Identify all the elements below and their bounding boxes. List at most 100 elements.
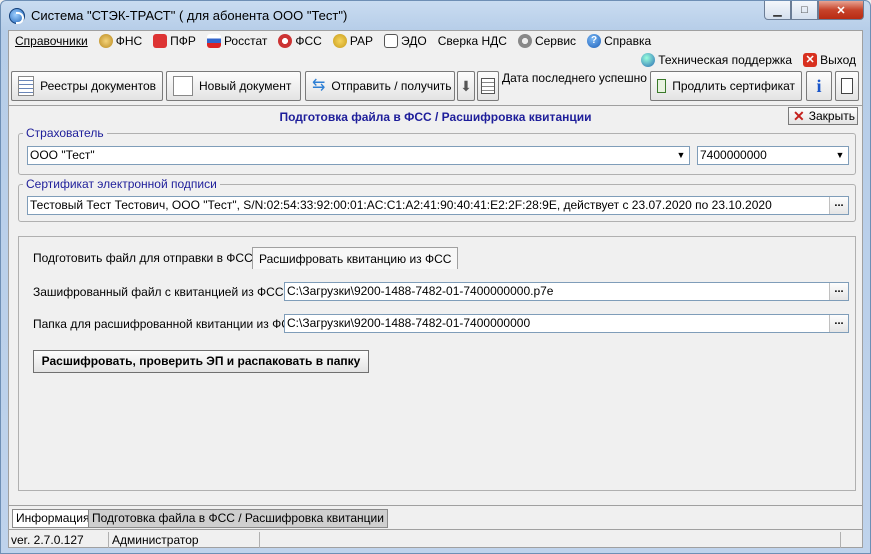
maximize-button[interactable]: □ [791, 1, 818, 20]
insurer-group: Страхователь ООО "Тест" ▼ 7400000000 ▼ [18, 126, 856, 175]
menu-rosstat-label: Росстат [223, 34, 268, 48]
certificate-browse-button[interactable]: ... [829, 197, 848, 214]
calculator-button[interactable] [835, 71, 859, 101]
send-receive-label: Отправить / получить [331, 79, 452, 93]
secondary-menu: Техническая поддержка ✕ Выход [641, 51, 858, 69]
encrypted-file-field[interactable]: C:\Загрузки\9200-1488-7482-01-7400000000… [284, 282, 849, 301]
menu-edo-label: ЭДО [401, 34, 427, 48]
menu-support-label: Техническая поддержка [658, 53, 793, 67]
document-tabs: Информация Подготовка файла в ФСС / Расш… [9, 505, 862, 528]
menu-service-label: Сервис [534, 34, 577, 48]
output-folder-field[interactable]: C:\Загрузки\9200-1488-7482-01-7400000000… [284, 314, 849, 333]
inn-combobox[interactable]: 7400000000 ▼ [697, 146, 849, 165]
registries-label: Реестры документов [40, 79, 156, 93]
encrypted-file-label: Зашифрованный файл с квитанцией из ФСС [33, 285, 284, 299]
document-stack-icon [481, 78, 495, 94]
close-window-button[interactable]: ✕ [818, 1, 864, 20]
tab-prepare-file[interactable]: Подготовить файл для отправки в ФСС [27, 247, 259, 269]
certificate-icon [657, 79, 667, 93]
menu-tech-support[interactable]: Техническая поддержка [641, 53, 792, 67]
close-panel-button[interactable]: ✕ Закрыть [788, 107, 858, 125]
version-label: ver. 2.7.0.127 [9, 532, 109, 548]
menu-edo[interactable]: ЭДО [384, 34, 427, 48]
rar-icon [332, 34, 347, 48]
new-document-label: Новый документ [199, 79, 292, 93]
close-icon: ✕ [793, 107, 805, 124]
encrypted-file-browse-button[interactable]: ... [829, 283, 848, 300]
tab-fss-decrypt[interactable]: Подготовка файла в ФСС / Расшифровка кви… [88, 509, 388, 528]
chevron-down-icon[interactable]: ▼ [673, 147, 689, 164]
new-document-button[interactable]: Новый документ [166, 71, 301, 101]
output-folder-browse-button[interactable]: ... [829, 315, 848, 332]
app-window: Система "СТЭК-ТРАСТ" ( для абонента ООО … [0, 0, 871, 554]
certificate-field[interactable]: Тестовый Тест Тестович, ООО "Тест", S/N:… [27, 196, 849, 215]
insurer-legend: Страхователь [23, 126, 107, 140]
gear-icon [517, 34, 532, 48]
output-folder-label: Папка для расшифрованной квитанции из ФС… [33, 317, 299, 331]
window-controls: ▁ □ ✕ [764, 1, 864, 20]
menu-bar: Справочники ФНС ПФР Росстат ФСС РАР ЭДО … [9, 31, 862, 51]
document-list-icon [18, 76, 35, 96]
app-logo-icon [9, 8, 25, 24]
menu-vat-label: Сверка НДС [437, 34, 507, 48]
decrypt-button[interactable]: Расшифровать, проверить ЭП и распаковать… [33, 350, 369, 373]
insurer-value: ООО "Тест" [30, 148, 95, 162]
rosstat-icon [206, 34, 221, 48]
menu-service[interactable]: Сервис [517, 34, 577, 48]
encrypted-file-value: C:\Загрузки\9200-1488-7482-01-7400000000… [287, 284, 554, 298]
pfr-icon [153, 34, 168, 48]
tabs-panel: Подготовить файл для отправки в ФСС Расш… [18, 236, 856, 491]
document-stack-button[interactable] [477, 71, 499, 101]
chevron-down-icon[interactable]: ▼ [832, 147, 848, 164]
last-success-date-label: Дата последнего успешного [502, 71, 647, 85]
send-receive-icon: ⇆ [312, 77, 326, 94]
menu-help[interactable]: ? Справка [587, 34, 651, 48]
info-button[interactable]: i [806, 71, 832, 101]
tab-decrypt-receipt[interactable]: Расшифровать квитанцию из ФСС [252, 247, 459, 269]
insurer-combobox[interactable]: ООО "Тест" ▼ [27, 146, 690, 165]
support-globe-icon [641, 53, 656, 67]
menu-references-label: Справочники [15, 34, 88, 48]
menu-exit-label: Выход [820, 53, 856, 67]
menu-rar-label: РАР [349, 34, 374, 48]
certificate-value: Тестовый Тест Тестович, ООО "Тест", S/N:… [30, 198, 772, 212]
extend-certificate-button[interactable]: Продлить сертификат [650, 71, 802, 101]
panel-title: Подготовка файла в ФСС / Расшифровка кви… [9, 105, 862, 127]
help-icon: ? [587, 34, 602, 48]
edo-icon [384, 34, 399, 48]
menu-fss[interactable]: ФСС [278, 34, 322, 48]
window-title: Система "СТЭК-ТРАСТ" ( для абонента ООО … [31, 8, 348, 23]
menu-fss-label: ФСС [295, 34, 322, 48]
exit-icon: ✕ [803, 53, 818, 67]
send-receive-button[interactable]: ⇆ Отправить / получить [305, 71, 455, 101]
output-folder-value: C:\Загрузки\9200-1488-7482-01-7400000000 [287, 316, 531, 330]
fns-icon [98, 34, 113, 48]
extend-certificate-label: Продлить сертификат [672, 79, 795, 93]
menu-pfr-label: ПФР [170, 34, 196, 48]
menu-pfr[interactable]: ПФР [153, 34, 196, 48]
certificate-legend: Сертификат электронной подписи [23, 177, 220, 191]
menu-rosstat[interactable]: Росстат [206, 34, 268, 48]
title-bar[interactable]: Система "СТЭК-ТРАСТ" ( для абонента ООО … [1, 1, 870, 30]
status-bar: ver. 2.7.0.127 Администратор [9, 529, 862, 548]
fss-icon [278, 34, 293, 48]
download-arrow-button[interactable]: ⬇ [457, 71, 475, 101]
menu-exit[interactable]: ✕ Выход [803, 53, 856, 67]
menu-fns[interactable]: ФНС [98, 34, 143, 48]
menu-references[interactable]: Справочники [15, 34, 88, 48]
tab-information[interactable]: Информация [12, 509, 94, 528]
menu-help-label: Справка [604, 34, 652, 48]
client-area: Справочники ФНС ПФР Росстат ФСС РАР ЭДО … [8, 30, 863, 548]
inn-value: 7400000000 [700, 148, 767, 162]
arrow-down-icon: ⬇ [460, 77, 472, 94]
menu-vat-reconciliation[interactable]: Сверка НДС [438, 34, 507, 48]
calculator-doc-icon [841, 78, 853, 94]
user-label: Администратор [110, 532, 260, 548]
menu-rar[interactable]: РАР [332, 34, 374, 48]
status-empty-cell [261, 532, 841, 548]
registries-button[interactable]: Реестры документов [11, 71, 163, 101]
toolbar: Реестры документов Новый документ ⇆ Отпр… [9, 71, 862, 103]
minimize-button[interactable]: ▁ [764, 1, 791, 20]
close-panel-label: Закрыть [808, 109, 855, 123]
menu-fns-label: ФНС [115, 34, 143, 48]
